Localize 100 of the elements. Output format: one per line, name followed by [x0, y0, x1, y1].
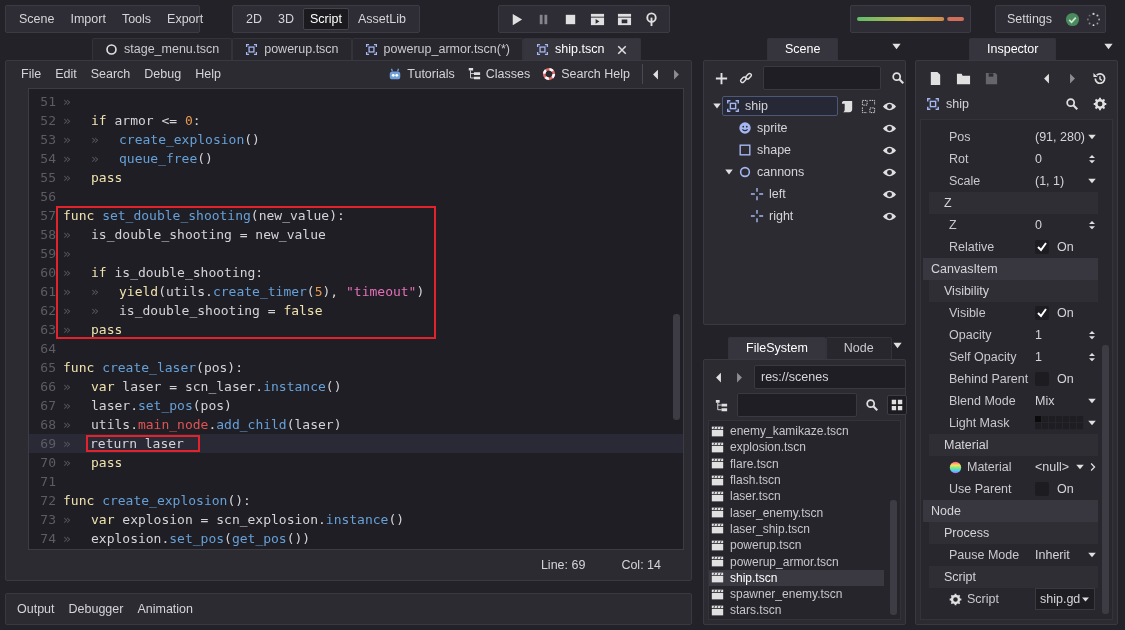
menu-item[interactable]: Tools — [114, 8, 159, 30]
scene-file-entry[interactable]: stars.tscn — [709, 602, 884, 619]
caret-icon[interactable] — [724, 167, 734, 177]
help-button[interactable]: Search Help — [536, 63, 636, 85]
dock-tab[interactable]: Inspector — [969, 38, 1057, 60]
tree-item[interactable]: right — [746, 206, 798, 226]
scene-file-entry[interactable]: powerup_armor.tscn — [709, 553, 884, 570]
tree-item[interactable]: left — [746, 184, 790, 204]
caret-icon[interactable] — [1103, 41, 1114, 52]
history-icon[interactable] — [1092, 70, 1107, 86]
section-header[interactable]: Node — [923, 500, 1098, 522]
antenna-icon[interactable] — [643, 11, 659, 27]
panel-tab[interactable]: Animation — [130, 598, 201, 620]
scrollbar[interactable] — [890, 500, 897, 615]
close-icon[interactable] — [616, 43, 629, 56]
search-field[interactable] — [737, 393, 857, 417]
section-header[interactable]: CanvasItem — [923, 258, 1098, 280]
chevron-right-icon[interactable] — [1088, 462, 1098, 472]
code-line: » var laser = scn_laser.instance() — [62, 378, 342, 396]
tree-icon[interactable] — [714, 397, 729, 413]
scene-file-entry[interactable]: flare.tscn — [709, 455, 884, 472]
caret-icon[interactable] — [712, 101, 722, 111]
view-toggle[interactable] — [887, 395, 907, 415]
group-header[interactable]: Material — [929, 434, 1098, 456]
resource-picker[interactable]: ship.gd — [1035, 587, 1095, 611]
spin-box[interactable]: 0 — [1035, 149, 1098, 169]
document-tab[interactable]: powerup_armor.tscn(*) — [351, 38, 523, 60]
tree-item[interactable]: ship — [722, 96, 838, 116]
menu-item[interactable]: Import — [63, 8, 113, 30]
line-number: 60 — [39, 264, 56, 282]
spin-box[interactable]: 0 — [1035, 215, 1098, 235]
dock-tab[interactable]: FileSystem — [728, 337, 826, 359]
caret-icon[interactable] — [891, 340, 903, 351]
document-tab[interactable]: powerup.tscn — [232, 38, 352, 60]
search-icon[interactable] — [865, 398, 879, 412]
workspace-tab[interactable]: AssetLib — [350, 8, 413, 30]
search-field[interactable] — [763, 66, 881, 90]
menu-item[interactable]: Export — [160, 8, 211, 30]
search-icon[interactable] — [1065, 97, 1079, 111]
scene-file-entry[interactable]: explosion.tscn — [709, 439, 884, 456]
dropdown[interactable]: (1, 1) — [1035, 171, 1098, 191]
menu-item[interactable]: Scene — [12, 8, 62, 30]
resource-picker[interactable]: <null> — [1035, 457, 1086, 477]
workspace-tab[interactable]: Script — [302, 8, 349, 30]
scene-file-entry[interactable]: laser_ship.tscn — [709, 520, 884, 538]
group-header[interactable]: Script — [929, 566, 1098, 588]
dock-tab[interactable]: Scene — [767, 38, 839, 60]
scroll-icon[interactable] — [840, 98, 855, 114]
caret-icon[interactable] — [891, 41, 902, 52]
line-number: 68 — [39, 416, 56, 434]
help-button[interactable]: Tutorials — [382, 63, 461, 85]
dropdown[interactable]: (91, 280) — [1035, 127, 1098, 147]
menu-item[interactable]: Search — [83, 63, 138, 85]
scrollbar[interactable] — [1102, 344, 1109, 614]
tree-item[interactable]: cannons — [734, 162, 809, 182]
scene-file-entry[interactable]: laser.tscn — [709, 488, 884, 505]
panel-tab[interactable]: Output — [10, 598, 62, 620]
checkbox[interactable] — [1035, 240, 1049, 254]
menu-item[interactable]: File — [14, 63, 49, 85]
menu-item[interactable]: Edit — [48, 63, 84, 85]
workspace-tab[interactable]: 2D — [239, 8, 269, 30]
code-editor[interactable] — [28, 88, 684, 550]
line-number: 71 — [39, 473, 56, 491]
clapperboard-icon[interactable] — [589, 11, 605, 27]
file-icon[interactable] — [928, 70, 943, 86]
scene-file-entry[interactable]: flash.tscn — [709, 471, 884, 489]
plus-icon[interactable] — [714, 70, 729, 86]
scrollbar[interactable] — [673, 314, 680, 421]
document-tab[interactable]: ship.tscn — [523, 38, 642, 60]
link-icon[interactable] — [739, 71, 753, 85]
checkbox[interactable] — [1035, 306, 1049, 320]
document-tab[interactable]: stage_menu.tscn — [92, 38, 233, 60]
panel-tab[interactable]: Debugger — [61, 598, 131, 620]
spin-box[interactable]: 1 — [1035, 325, 1098, 345]
dock-tab[interactable]: Node — [825, 337, 892, 359]
menu-item[interactable]: Help — [188, 63, 228, 85]
group-header[interactable]: Z — [929, 192, 1098, 214]
dashed-squares-icon[interactable] — [861, 98, 876, 114]
tree-item[interactable]: sprite — [734, 118, 792, 138]
save-icon[interactable] — [984, 70, 999, 86]
help-button[interactable]: Classes — [460, 63, 537, 85]
clapperboard-icon[interactable] — [616, 11, 632, 27]
search-icon[interactable] — [891, 71, 905, 85]
workspace-tab[interactable]: 3D — [271, 8, 301, 30]
menu-item[interactable]: Debug — [137, 63, 189, 85]
scene-file-entry[interactable]: ship.tscn — [709, 569, 884, 586]
settings-button[interactable]: Settings — [999, 8, 1060, 30]
group-header[interactable]: Visibility — [929, 280, 1098, 302]
scene-file-entry[interactable]: enemy_kamikaze.tscn — [709, 423, 884, 440]
group-header[interactable]: Process — [929, 522, 1098, 544]
gear-icon[interactable] — [1093, 97, 1107, 111]
tree-item[interactable]: shape — [734, 140, 796, 160]
scene-file-entry[interactable]: spawner_enemy.tscn — [709, 585, 884, 603]
spin-box[interactable]: 1 — [1035, 347, 1098, 367]
dropdown[interactable]: Inherit — [1035, 545, 1098, 565]
dropdown[interactable]: Mix — [1035, 391, 1098, 411]
scene-file-entry[interactable]: laser_enemy.tscn — [709, 504, 884, 521]
line-number: 63 — [39, 321, 56, 339]
path-field[interactable]: res://scenes — [754, 365, 906, 389]
scene-file-entry[interactable]: powerup.tscn — [709, 537, 884, 554]
